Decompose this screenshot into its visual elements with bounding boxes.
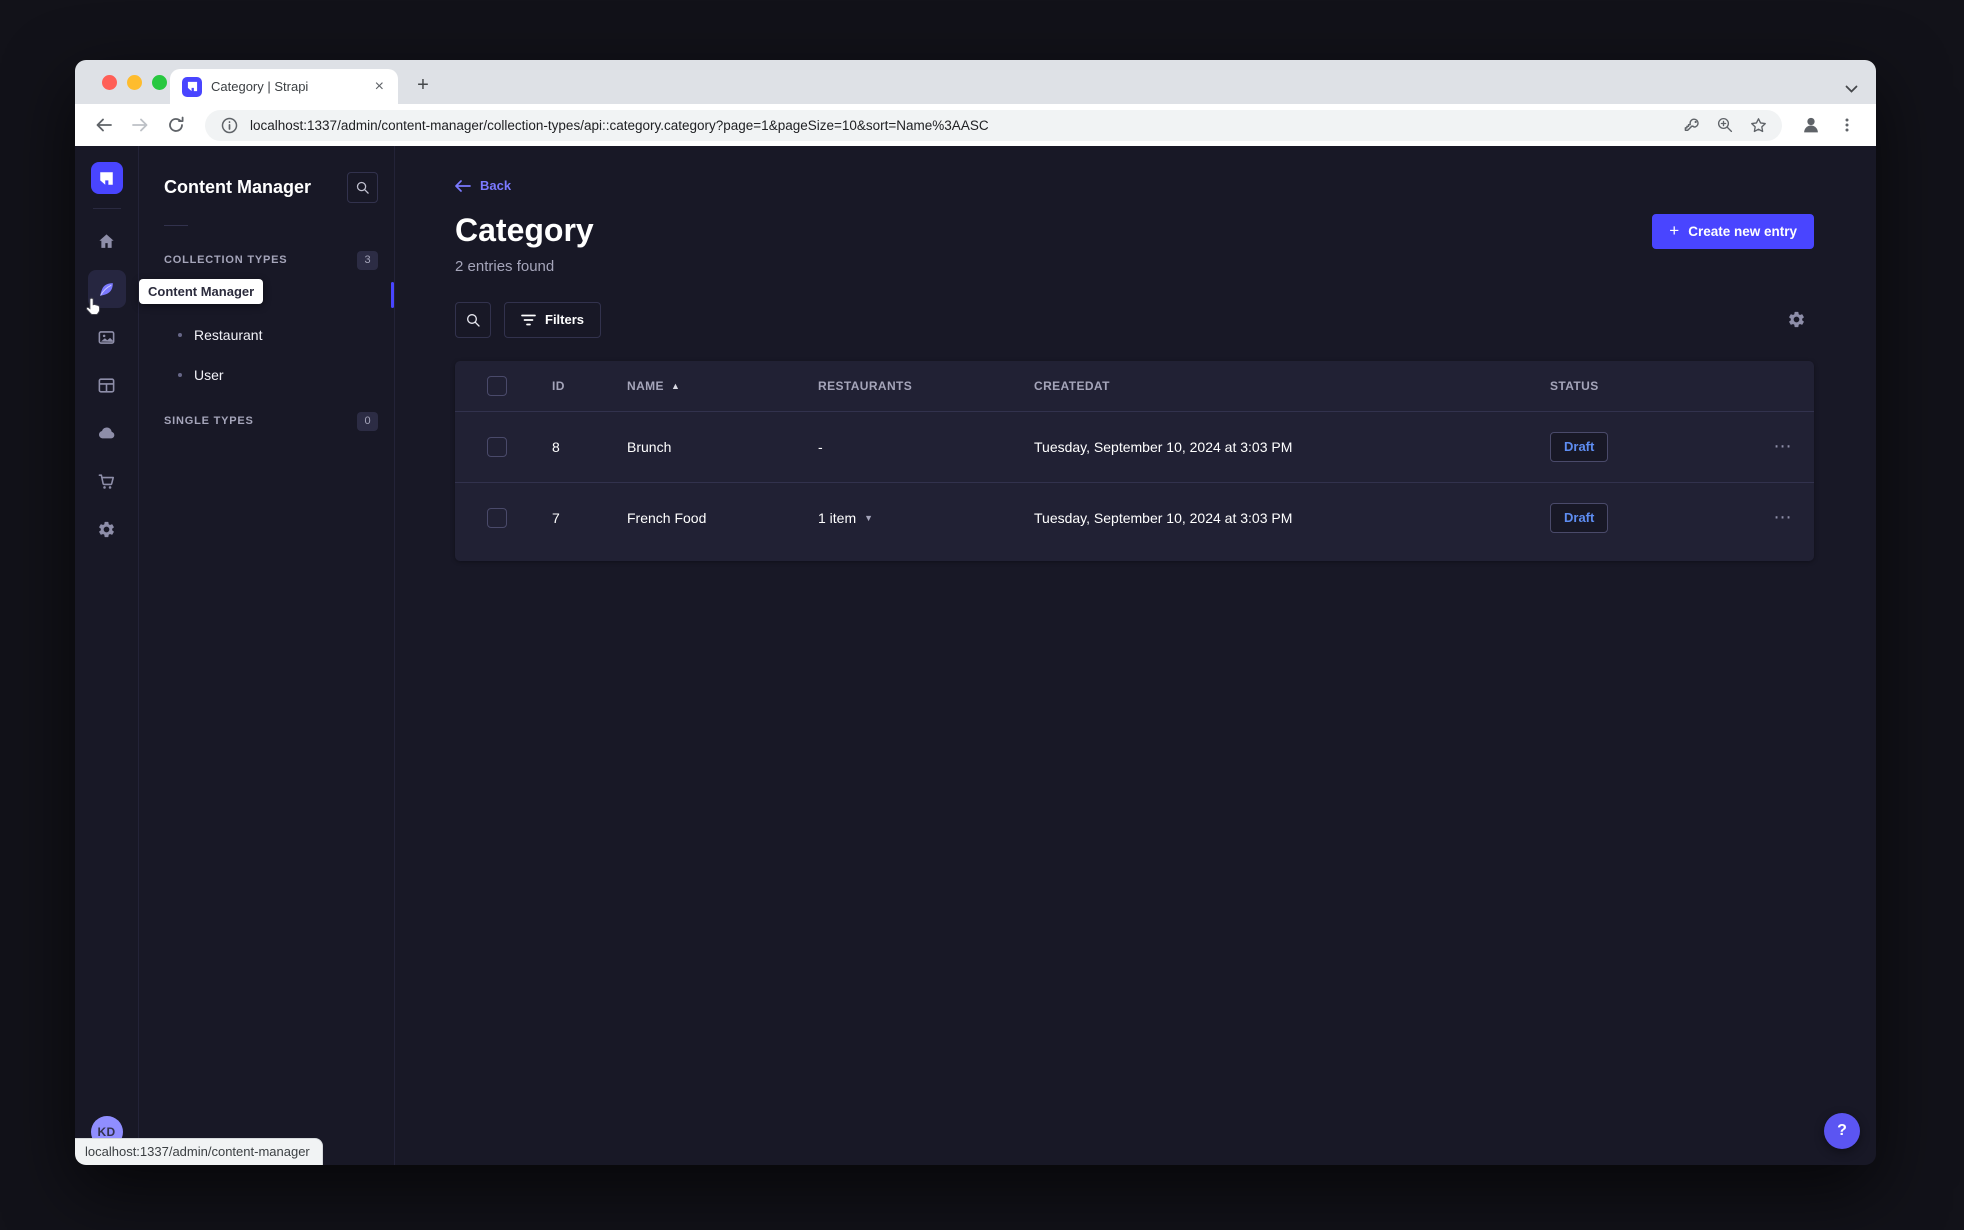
bullet-icon	[178, 333, 182, 337]
address-bar[interactable]: localhost:1337/admin/content-manager/col…	[205, 109, 1782, 141]
select-all-checkbox[interactable]	[487, 375, 507, 396]
section-single-types: SINGLE TYPES 0	[164, 409, 378, 433]
status-link-preview: localhost:1337/admin/content-manager	[75, 1138, 323, 1165]
tab-search-chevron-icon[interactable]	[1845, 85, 1858, 93]
rail-item-content-type-builder[interactable]	[88, 366, 126, 404]
profile-avatar-icon[interactable]	[1796, 110, 1826, 140]
back-link[interactable]: Back	[455, 178, 511, 193]
section-label: COLLECTION TYPES	[164, 254, 288, 266]
new-tab-button[interactable]: +	[410, 72, 436, 98]
browser-window: Category | Strapi × + localhost:1337/adm…	[75, 60, 1876, 1165]
table-row[interactable]: 8 Brunch - Tuesday, September 10, 2024 a…	[455, 410, 1814, 482]
browser-toolbar: localhost:1337/admin/content-manager/col…	[75, 104, 1876, 146]
main-content: Back Category 2 entries found + Create n…	[395, 146, 1876, 1165]
reload-icon[interactable]	[161, 110, 191, 140]
panel-item-label: User	[194, 367, 224, 383]
column-header-createdat[interactable]: CREATEDAT	[1034, 379, 1550, 393]
cell-createdat: Tuesday, September 10, 2024 at 3:03 PM	[1034, 509, 1293, 526]
page-title: Category	[455, 211, 594, 248]
cell-name: Brunch	[627, 438, 672, 455]
section-label: SINGLE TYPES	[164, 415, 254, 427]
section-count-badge: 3	[357, 250, 378, 270]
column-header-status[interactable]: STATUS	[1550, 379, 1752, 393]
view-settings-button[interactable]	[1778, 302, 1814, 338]
panel-item-restaurant[interactable]: Restaurant	[139, 315, 394, 355]
site-info-icon[interactable]	[217, 113, 241, 137]
plus-icon: +	[1669, 221, 1680, 240]
filter-icon	[521, 314, 536, 325]
tab-title: Category | Strapi	[211, 79, 309, 94]
relation-items-toggle[interactable]: 1 item ▼	[818, 510, 873, 526]
bullet-icon	[178, 373, 182, 377]
panel-item-label: Restaurant	[194, 327, 263, 343]
back-nav-icon[interactable]	[89, 110, 119, 140]
panel-item-user[interactable]: User	[139, 355, 394, 395]
rail-tooltip: Content Manager	[139, 279, 264, 304]
mouse-cursor-hand	[84, 296, 104, 318]
section-collection-types: COLLECTION TYPES 3	[164, 248, 378, 272]
cell-id: 8	[552, 438, 560, 455]
chevron-down-icon: ▼	[864, 512, 874, 523]
strapi-logo[interactable]	[90, 162, 123, 194]
close-tab-icon[interactable]: ×	[371, 77, 388, 97]
strapi-favicon-icon	[182, 76, 202, 97]
zoom-page-icon[interactable]	[1713, 113, 1737, 137]
rail-item-content-manager[interactable]	[85, 270, 126, 315]
minimize-window-button[interactable]	[127, 75, 142, 90]
maximize-window-button[interactable]	[152, 75, 167, 90]
panel-search-button[interactable]	[347, 172, 378, 203]
row-checkbox[interactable]	[487, 436, 507, 457]
section-count-badge: 0	[357, 411, 378, 431]
forward-nav-icon[interactable]	[125, 110, 155, 140]
status-badge: Draft	[1550, 431, 1609, 462]
rail-item-deploy-cloud[interactable]	[88, 414, 126, 452]
rail-item-media-library[interactable]	[88, 318, 126, 356]
filters-label: Filters	[545, 312, 585, 327]
entries-count: 2 entries found	[455, 257, 555, 275]
list-toolbar: Filters	[455, 301, 1814, 338]
back-label: Back	[480, 178, 512, 193]
tab-bar: Category | Strapi × +	[75, 60, 1876, 104]
relation-count: 1 item	[818, 509, 857, 526]
cell-name: French Food	[627, 509, 707, 526]
help-button[interactable]: ?	[1824, 1113, 1860, 1149]
url-text: localhost:1337/admin/content-manager/col…	[250, 117, 989, 133]
strapi-admin-page: KD Content Manager COLLECTION TYPES 3 Ca…	[75, 146, 1876, 1165]
traffic-lights	[102, 75, 167, 90]
create-new-entry-button[interactable]: + Create new entry	[1652, 214, 1814, 249]
filters-button[interactable]: Filters	[504, 301, 602, 338]
table-row[interactable]: 7 French Food 1 item ▼ Tuesday, Septembe…	[455, 481, 1814, 553]
row-actions-menu[interactable]: ⋯	[1752, 436, 1814, 457]
cell-restaurants: -	[818, 438, 823, 455]
row-actions-menu[interactable]: ⋯	[1752, 507, 1814, 528]
row-checkbox[interactable]	[487, 507, 507, 528]
column-header-restaurants[interactable]: RESTAURANTS	[818, 379, 1034, 393]
password-key-icon[interactable]	[1680, 113, 1704, 137]
sort-asc-icon: ▲	[670, 380, 681, 391]
panel-divider	[164, 225, 188, 226]
rail-item-marketplace[interactable]	[88, 462, 126, 500]
column-header-id[interactable]: ID	[552, 379, 627, 393]
back-arrow-icon	[455, 179, 471, 192]
entries-table: ID NAME ▲ RESTAURANTS CREATEDAT STATUS 8 …	[455, 360, 1814, 561]
active-indicator	[391, 282, 394, 308]
rail-divider	[92, 208, 121, 209]
create-button-label: Create new entry	[1688, 224, 1797, 239]
browser-tab[interactable]: Category | Strapi ×	[170, 69, 398, 104]
table-header-row: ID NAME ▲ RESTAURANTS CREATEDAT STATUS	[455, 361, 1814, 411]
rail-item-settings[interactable]	[88, 510, 126, 548]
panel-title: Content Manager	[164, 177, 312, 197]
cell-id: 7	[552, 509, 560, 526]
status-badge: Draft	[1550, 502, 1609, 533]
rail-item-home[interactable]	[88, 222, 126, 260]
close-window-button[interactable]	[102, 75, 117, 90]
bookmark-star-icon[interactable]	[1746, 113, 1770, 137]
column-header-name[interactable]: NAME ▲	[627, 379, 818, 393]
browser-menu-icon[interactable]	[1832, 110, 1862, 140]
search-button[interactable]	[455, 301, 491, 338]
cell-createdat: Tuesday, September 10, 2024 at 3:03 PM	[1034, 438, 1293, 455]
nav-rail: KD	[75, 146, 139, 1165]
